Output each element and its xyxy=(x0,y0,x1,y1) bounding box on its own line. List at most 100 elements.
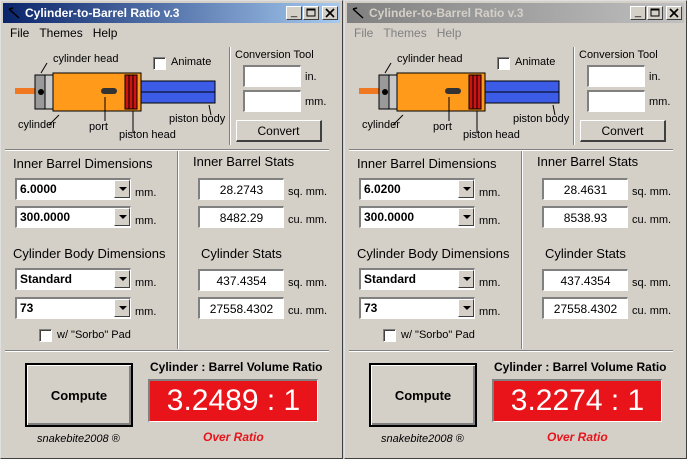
app-icon xyxy=(8,7,20,19)
label-piston-body: piston body xyxy=(513,113,570,125)
barrel-area-unit: sq. mm. xyxy=(632,186,672,198)
port-icon xyxy=(101,88,117,94)
piston-head-icon xyxy=(124,74,138,110)
cylinder-volume-field: 27558.4302 xyxy=(198,297,284,319)
barrel-length-select[interactable]: 300.0000 xyxy=(15,206,131,228)
minimize-button[interactable]: _ xyxy=(286,6,302,20)
chevron-down-icon[interactable] xyxy=(114,208,130,226)
compute-button[interactable]: Compute xyxy=(369,363,477,427)
maximize-button[interactable] xyxy=(647,6,663,20)
menu-themes[interactable]: Themes xyxy=(34,25,87,43)
chevron-down-icon[interactable] xyxy=(458,180,474,198)
status-text: Over Ratio xyxy=(203,430,264,444)
title-bar[interactable]: Cylinder-to-Barrel Ratio v.3 _ xyxy=(3,3,340,23)
title-bar[interactable]: Cylinder-to-Barrel Ratio v.3 _ xyxy=(347,3,684,23)
menu-file[interactable]: File xyxy=(349,25,378,43)
menu-bar: File Themes Help xyxy=(349,25,466,43)
convert-button[interactable]: Convert xyxy=(580,120,666,142)
window-title: Cylinder-to-Barrel Ratio v.3 xyxy=(369,6,524,20)
label-cylinder-head: cylinder head xyxy=(397,53,463,65)
inches-input[interactable] xyxy=(243,65,301,87)
chevron-down-icon[interactable] xyxy=(114,299,130,317)
port-icon xyxy=(445,88,461,94)
close-icon xyxy=(669,8,679,18)
minimize-button[interactable]: _ xyxy=(630,6,646,20)
animate-label: Animate xyxy=(171,56,212,68)
close-icon xyxy=(325,8,335,18)
inches-unit: in. xyxy=(305,71,317,83)
menu-themes[interactable]: Themes xyxy=(378,25,431,43)
inches-unit: in. xyxy=(649,71,661,83)
divider xyxy=(5,350,329,352)
convert-button[interactable]: Convert xyxy=(236,120,322,142)
cylinder-stats-title: Cylinder Stats xyxy=(545,246,626,261)
cylinder-area-field: 437.4354 xyxy=(542,269,628,291)
barrel-area-field: 28.4631 xyxy=(542,178,628,200)
mm-input[interactable] xyxy=(243,90,301,112)
sorbo-pad-label: w/ "Sorbo" Pad xyxy=(401,329,475,341)
label-port: port xyxy=(433,121,452,133)
cylinder-length-select[interactable]: 73 xyxy=(359,297,475,319)
chevron-down-icon[interactable] xyxy=(458,208,474,226)
app-icon xyxy=(352,7,364,19)
cylinder-volume-field: 27558.4302 xyxy=(542,297,628,319)
chevron-down-icon[interactable] xyxy=(114,270,130,288)
barrel-diameter-select[interactable]: 6.0000 xyxy=(15,178,131,200)
credit-text: snakebite2008 ® xyxy=(381,433,464,445)
cylinder-length-unit: mm. xyxy=(479,306,501,318)
cylinder-area-field: 437.4354 xyxy=(198,269,284,291)
minimize-icon: _ xyxy=(290,6,298,18)
mm-input[interactable] xyxy=(587,90,645,112)
cylinder-type-unit: mm. xyxy=(135,277,157,289)
close-button[interactable] xyxy=(666,6,682,20)
divider xyxy=(573,47,575,145)
window-left: Cylinder-to-Barrel Ratio v.3 _ File Them… xyxy=(0,0,343,459)
divider xyxy=(349,149,673,151)
cylinder-type-unit: mm. xyxy=(479,277,501,289)
maximize-button[interactable] xyxy=(303,6,319,20)
barrel-length-value: 300.0000 xyxy=(20,210,71,224)
cylinder-volume-unit: cu. mm. xyxy=(288,305,328,317)
barrel-diameter-select[interactable]: 6.0200 xyxy=(359,178,475,200)
mm-unit: mm. xyxy=(305,96,327,108)
window-title: Cylinder-to-Barrel Ratio v.3 xyxy=(25,6,180,20)
cylinder-body-title: Cylinder Body Dimensions xyxy=(357,246,510,261)
animate-label: Animate xyxy=(515,56,556,68)
sorbo-pad-checkbox[interactable] xyxy=(39,329,52,342)
ratio-title: Cylinder : Barrel Volume Ratio xyxy=(150,360,323,374)
animate-checkbox[interactable] xyxy=(153,57,166,70)
cylinder-type-select[interactable]: Standard xyxy=(359,268,475,290)
barrel-stats-title: Inner Barrel Stats xyxy=(537,154,639,169)
piston-head-icon xyxy=(468,74,482,110)
ratio-display: 3.2274 : 1 xyxy=(492,379,662,422)
inner-barrel-title: Inner Barrel Dimensions xyxy=(13,156,153,171)
menu-help[interactable]: Help xyxy=(432,25,467,43)
animate-checkbox[interactable] xyxy=(497,57,510,70)
status-text: Over Ratio xyxy=(547,430,608,444)
compute-button[interactable]: Compute xyxy=(25,363,133,427)
inches-input[interactable] xyxy=(587,65,645,87)
close-button[interactable] xyxy=(322,6,338,20)
cylinder-length-select[interactable]: 73 xyxy=(15,297,131,319)
inner-barrel-title: Inner Barrel Dimensions xyxy=(357,156,497,171)
cylinder-body-title: Cylinder Body Dimensions xyxy=(13,246,166,261)
menu-help[interactable]: Help xyxy=(88,25,123,43)
chevron-down-icon[interactable] xyxy=(458,270,474,288)
barrel-length-unit: mm. xyxy=(135,215,157,227)
chevron-down-icon[interactable] xyxy=(458,299,474,317)
barrel-length-select[interactable]: 300.0000 xyxy=(359,206,475,228)
ratio-title: Cylinder : Barrel Volume Ratio xyxy=(494,360,667,374)
barrel-volume-field: 8482.29 xyxy=(198,206,284,228)
cylinder-type-value: Standard xyxy=(20,272,73,286)
label-piston-body: piston body xyxy=(169,113,226,125)
maximize-icon xyxy=(306,8,316,17)
chevron-down-icon[interactable] xyxy=(114,180,130,198)
cylinder-type-select[interactable]: Standard xyxy=(15,268,131,290)
window-right: Cylinder-to-Barrel Ratio v.3 _ File Them… xyxy=(344,0,687,459)
cylinder-stats-title: Cylinder Stats xyxy=(201,246,282,261)
barrel-volume-unit: cu. mm. xyxy=(288,214,328,226)
barrel-diameter-value: 6.0000 xyxy=(20,182,57,196)
menu-file[interactable]: File xyxy=(5,25,34,43)
ratio-display: 3.2489 : 1 xyxy=(148,379,318,422)
sorbo-pad-checkbox[interactable] xyxy=(383,329,396,342)
